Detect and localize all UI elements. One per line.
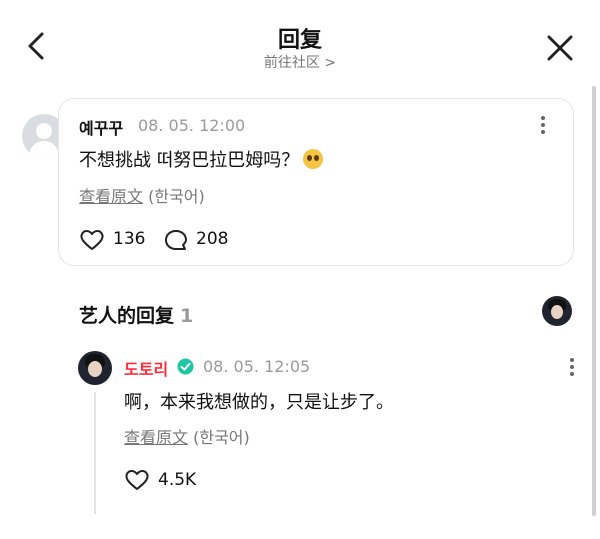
artist-replies-title: 艺人的回复 (79, 305, 175, 327)
heart-icon (80, 230, 104, 250)
heart-icon (125, 470, 149, 490)
comment-timestamp: 08. 05. 12:00 (138, 116, 246, 135)
artist-reply-timestamp: 08. 05. 12:05 (203, 357, 311, 376)
pleading-face-icon (303, 149, 324, 169)
verified-badge-icon (177, 358, 194, 375)
more-icon (570, 358, 574, 376)
comment-text-body: 不想挑战 떠努巴拉巴姆吗？ (79, 150, 300, 171)
page-title: 回复 (277, 28, 322, 53)
artist-view-original-label: 查看原文 (124, 428, 189, 447)
view-original-link[interactable]: 查看原文 (한국어) (79, 183, 205, 207)
artist-name[interactable]: 도토리 (124, 356, 168, 380)
close-button[interactable] (540, 28, 580, 68)
artist-view-original-link[interactable]: 查看原文 (한국어) (124, 424, 250, 448)
artist-like-count: 4.5K (158, 470, 197, 490)
scrollbar[interactable] (592, 86, 596, 516)
artist-replies-count: 1 (180, 305, 194, 327)
reply-bubble-icon (165, 230, 187, 250)
go-to-community-link[interactable]: 前往社区 > (0, 52, 600, 72)
comment-text: 不想挑战 떠努巴拉巴姆吗？ (79, 146, 324, 172)
artist-like-button[interactable] (124, 468, 150, 492)
artist-reply-text: 啊，本来我想做的，只是让步了。 (124, 392, 394, 413)
reply-count: 208 (196, 229, 229, 249)
artist-avatar[interactable] (78, 351, 112, 385)
original-language: (한국어) (148, 187, 205, 206)
comment-more-button[interactable] (536, 114, 550, 136)
like-count: 136 (113, 229, 146, 249)
close-icon (547, 35, 573, 61)
thread-line (94, 392, 96, 514)
reply-button[interactable] (163, 228, 189, 252)
artist-reply-more-button[interactable] (565, 356, 579, 378)
artist-original-language: (한국어) (193, 428, 250, 447)
like-button[interactable] (79, 228, 105, 252)
view-original-label: 查看原文 (79, 187, 144, 206)
comment-author[interactable]: 예꾸꾸 (79, 115, 123, 139)
artist-avatar-small[interactable] (542, 296, 572, 326)
more-icon (541, 116, 545, 134)
artist-replies-heading: 艺人的回复 1 (79, 301, 193, 328)
